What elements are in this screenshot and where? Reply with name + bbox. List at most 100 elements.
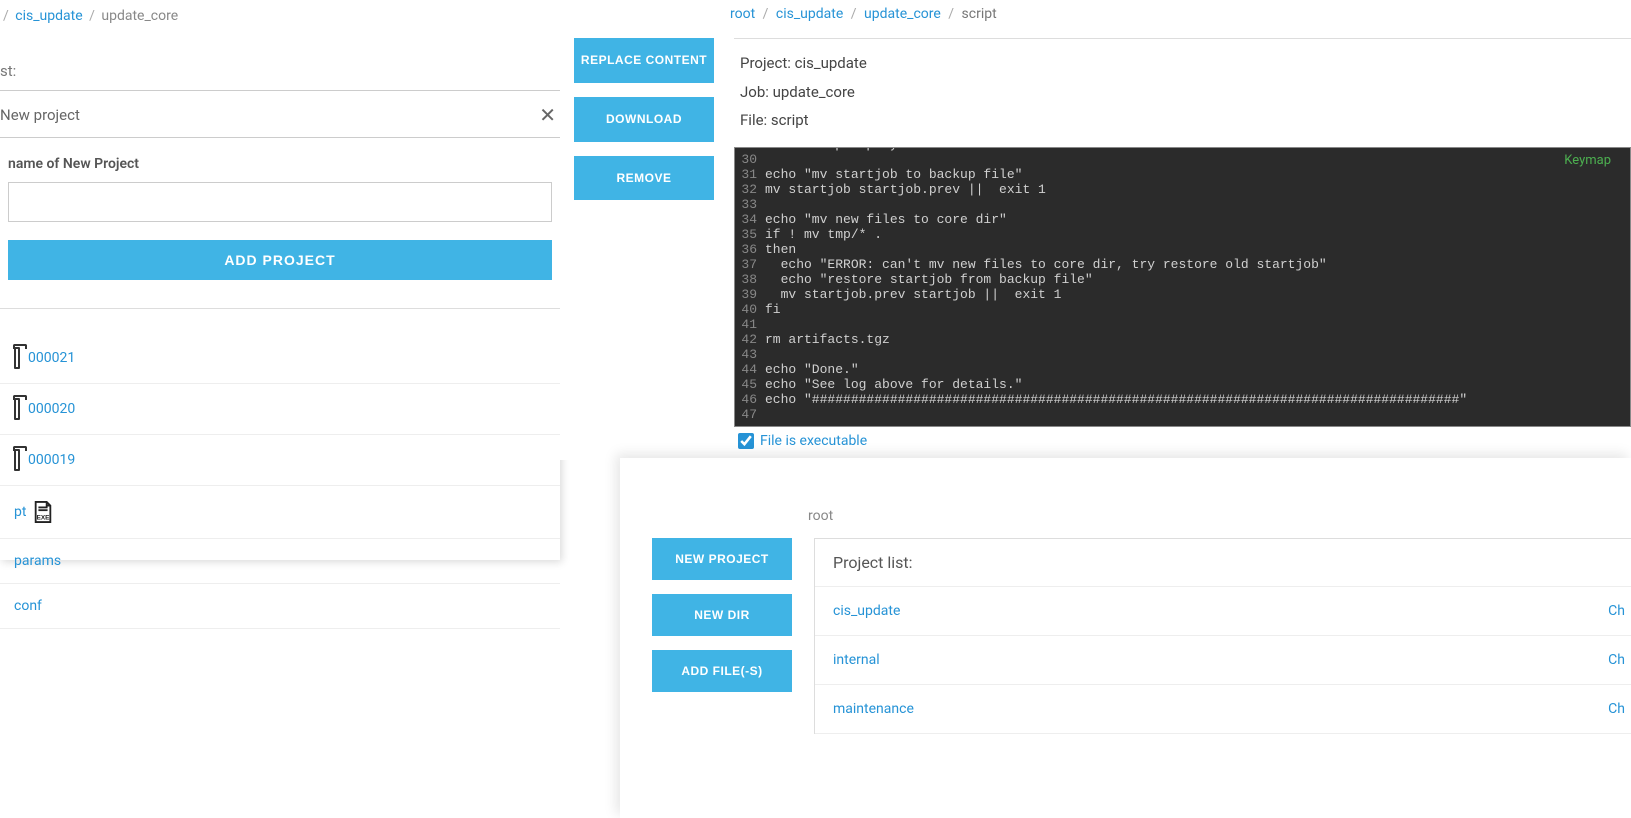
list-item-link[interactable]: 000020 [28, 401, 75, 417]
keymap-link[interactable]: Keymap [1564, 153, 1611, 168]
code-text: mv startjob.prev startjob || exit 1 [765, 287, 1061, 302]
code-line: 37 echo "ERROR: can't mv new files to co… [735, 257, 1630, 272]
list-item[interactable]: params [0, 539, 560, 584]
breadcrumb-current: script [962, 6, 997, 22]
code-text: echo "Done." [765, 362, 859, 377]
breadcrumb-link-cis-update[interactable]: cis_update [776, 6, 843, 22]
line-number: 46 [735, 392, 765, 407]
panel-job-view: / cis_update / update_core st: New proje… [0, 0, 560, 560]
breadcrumb-link-root[interactable]: root [730, 6, 755, 22]
code-line: 46echo "################################… [735, 392, 1630, 407]
meta-file: File: script [740, 106, 1631, 135]
list-item-link[interactable]: 000021 [28, 350, 75, 366]
breadcrumb-sep: / [851, 6, 857, 22]
run-icon [14, 398, 20, 420]
code-line: 31echo "mv startjob to backup file" [735, 167, 1630, 182]
breadcrumb-current: update_core [101, 8, 178, 24]
project-link[interactable]: cis_update [833, 603, 900, 619]
line-number: 39 [735, 287, 765, 302]
breadcrumb: root / cis_update / update_core / script [560, 0, 1631, 28]
code-line: 41 [735, 317, 1630, 332]
breadcrumb-link-cis-update[interactable]: cis_update [15, 8, 82, 24]
run-icon [14, 347, 20, 369]
code-line: 42rm artifacts.tgz [735, 332, 1630, 347]
breadcrumb: root [620, 458, 1631, 536]
list-item-link[interactable]: 000019 [28, 452, 75, 468]
list-item[interactable]: 000020 [0, 384, 560, 435]
code-text: echo "mv new files to core dir" [765, 212, 1007, 227]
code-line: 36then [735, 242, 1630, 257]
add-file-button[interactable]: ADD FILE(-S) [652, 650, 792, 692]
remove-button[interactable]: REMOVE [574, 156, 714, 201]
code-text: mv startjob startjob.prev || exit 1 [765, 182, 1046, 197]
list-item-link[interactable]: conf [14, 598, 42, 614]
code-line: 43 [735, 347, 1630, 362]
line-number: 30 [735, 152, 765, 167]
line-number: 40 [735, 302, 765, 317]
code-text: then [765, 242, 796, 257]
code-line: 32mv startjob startjob.prev || exit 1 [735, 182, 1630, 197]
new-dir-button[interactable]: NEW DIR [652, 594, 792, 636]
line-number: 31 [735, 167, 765, 182]
exe-file-icon: EXE [32, 500, 54, 524]
breadcrumb-sep: / [763, 6, 769, 22]
project-row: maintenance Ch [815, 685, 1631, 734]
project-action[interactable]: Ch [1608, 701, 1625, 717]
download-button[interactable]: DOWNLOAD [574, 97, 714, 142]
section-label: st: [0, 32, 560, 91]
breadcrumb-sep: / [3, 8, 9, 24]
code-editor[interactable]: 2829rm -rf tmp/deploy3031echo "mv startj… [734, 147, 1631, 427]
code-line: 45echo "See log above for details." [735, 377, 1630, 392]
line-number: 44 [735, 362, 765, 377]
new-project-label: New project [0, 106, 80, 124]
line-number: 34 [735, 212, 765, 227]
project-link[interactable]: internal [833, 652, 880, 668]
code-text: rm -rf tmp/deploy [765, 147, 898, 152]
list-item[interactable]: pt EXE [0, 486, 560, 539]
code-text: echo "##################################… [765, 392, 1467, 407]
line-number: 47 [735, 407, 765, 422]
code-line: 34echo "mv new files to core dir" [735, 212, 1630, 227]
project-action[interactable]: Ch [1608, 652, 1625, 668]
project-name-input[interactable] [8, 182, 552, 222]
line-number: 43 [735, 347, 765, 362]
breadcrumb-current: root [808, 508, 833, 524]
project-link[interactable]: maintenance [833, 701, 914, 717]
breadcrumb-link-update-core[interactable]: update_core [864, 6, 941, 22]
line-number: 35 [735, 227, 765, 242]
divider [0, 308, 560, 309]
file-meta: Project: cis_update Job: update_core Fil… [734, 49, 1631, 135]
line-number: 41 [735, 317, 765, 332]
list-item-link[interactable]: pt [14, 504, 26, 520]
breadcrumb-sep: / [89, 8, 95, 24]
code-text: rm artifacts.tgz [765, 332, 890, 347]
project-action[interactable]: Ch [1608, 603, 1625, 619]
code-line: 33 [735, 197, 1630, 212]
code-text: echo "See log above for details." [765, 377, 1022, 392]
breadcrumb-sep: / [948, 6, 954, 22]
list-item-link[interactable]: params [14, 553, 61, 569]
project-list: cis_update Ch internal Ch maintenance Ch [815, 587, 1631, 734]
breadcrumb: / cis_update / update_core [0, 0, 560, 32]
new-project-header: New project ✕ [0, 91, 560, 138]
close-icon[interactable]: ✕ [539, 103, 556, 127]
action-sidebar: REPLACE CONTENT DOWNLOAD REMOVE [574, 38, 714, 449]
add-project-button[interactable]: ADD PROJECT [8, 240, 552, 280]
project-row: internal Ch [815, 636, 1631, 685]
code-line: 30 [735, 152, 1630, 167]
code-line: 44echo "Done." [735, 362, 1630, 377]
replace-content-button[interactable]: REPLACE CONTENT [574, 38, 714, 83]
code-line: 40fi [735, 302, 1630, 317]
line-number: 37 [735, 257, 765, 272]
list-item[interactable]: 000019 [0, 435, 560, 486]
list-item[interactable]: conf [0, 584, 560, 629]
new-project-button[interactable]: NEW PROJECT [652, 538, 792, 580]
line-number: 45 [735, 377, 765, 392]
line-number: 42 [735, 332, 765, 347]
executable-checkbox[interactable] [738, 433, 754, 449]
list-item[interactable]: 000021 [0, 333, 560, 384]
svg-text:EXE: EXE [37, 514, 51, 521]
action-sidebar: NEW PROJECT NEW DIR ADD FILE(-S) [652, 538, 792, 734]
meta-job: Job: update_core [740, 78, 1631, 107]
form-label-name: name of New Project [8, 156, 552, 172]
